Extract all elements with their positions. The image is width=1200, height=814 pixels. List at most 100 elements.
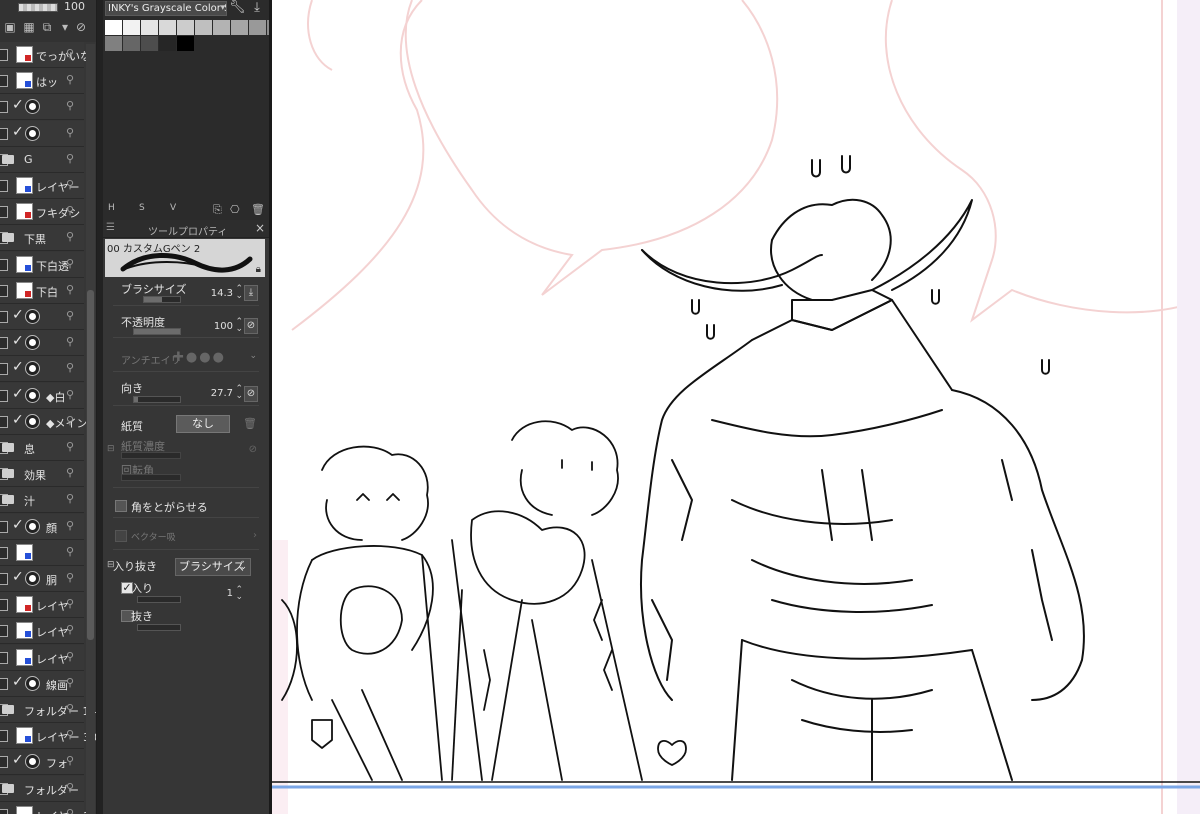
reference-icon[interactable]: ⚲ — [66, 754, 74, 767]
reference-icon[interactable]: ⚲ — [66, 178, 74, 191]
layer-row[interactable]: ✓ ⚲ — [0, 330, 84, 357]
reference-icon[interactable]: ⚲ — [66, 650, 74, 663]
reference-icon[interactable]: ⚲ — [66, 702, 74, 715]
check-icon[interactable]: ✓ — [12, 569, 24, 585]
reference-icon[interactable]: ⚲ — [66, 204, 74, 217]
pressure-icon[interactable]: ⤓ — [244, 285, 258, 301]
visibility-icon[interactable] — [0, 337, 8, 350]
visibility-icon[interactable] — [0, 625, 8, 638]
layer-row[interactable]: はッ ⚲ — [0, 68, 84, 95]
light-swatch[interactable] — [105, 20, 123, 35]
reference-icon[interactable]: ⚲ — [66, 283, 74, 296]
visibility-icon[interactable] — [0, 284, 8, 297]
check-icon[interactable]: ✓ — [12, 752, 24, 768]
layer-row[interactable]: ✓ ⚲ — [0, 94, 84, 121]
check-icon[interactable]: ✓ — [12, 674, 24, 690]
light-swatch[interactable] — [123, 20, 141, 35]
s-mode-icon[interactable]: S — [139, 203, 145, 213]
reference-icon[interactable]: ⚲ — [66, 781, 74, 794]
layer-row[interactable]: ⚲ — [0, 539, 84, 566]
layer-row[interactable]: レイヤ ⚲ — [0, 592, 84, 619]
lock-icon[interactable]: 🔒︎ — [256, 264, 261, 275]
opacity-pressure-icon[interactable]: ⊘ — [244, 318, 258, 334]
reference-icon[interactable]: ⚲ — [66, 466, 74, 479]
checker-icon[interactable]: ▦ — [22, 20, 36, 34]
reference-icon[interactable]: ⚲ — [66, 152, 74, 165]
light-swatch[interactable] — [195, 20, 213, 35]
visibility-icon[interactable] — [0, 49, 8, 61]
layer-row[interactable]: フキダシ ⚲ — [0, 199, 84, 226]
visibility-icon[interactable] — [0, 756, 8, 769]
drawing-canvas[interactable] — [269, 0, 1200, 814]
check-icon[interactable]: ✓ — [12, 386, 24, 402]
color-set-select[interactable]: INKY's Grayscale Color Set ▾ — [105, 1, 227, 16]
visibility-icon[interactable] — [0, 573, 8, 585]
reference-icon[interactable]: ⚲ — [66, 807, 74, 814]
sharpen-corners-checkbox[interactable] — [115, 500, 127, 512]
reference-icon[interactable]: ⚲ — [66, 571, 74, 584]
close-icon[interactable]: × — [255, 221, 265, 235]
check-icon[interactable]: ✓ — [12, 333, 24, 349]
vector-checkbox[interactable] — [115, 530, 127, 542]
layer-row[interactable]: フォルダー 14 ⚲ — [0, 697, 96, 723]
visibility-icon[interactable] — [0, 75, 8, 88]
light-swatch[interactable] — [177, 20, 195, 35]
menu-icon[interactable]: ☰ — [106, 222, 115, 233]
reference-icon[interactable]: ⚲ — [66, 519, 74, 532]
light-swatch[interactable] — [213, 20, 231, 35]
no-ruler-icon[interactable]: ⊘ — [74, 20, 88, 34]
replace-color-icon[interactable]: ⎔ — [230, 203, 240, 216]
visibility-icon[interactable] — [0, 546, 8, 559]
layer-row[interactable]: ✓ ⚲ — [0, 356, 84, 383]
taper-select[interactable]: ブラシサイズ ⌄ — [175, 558, 251, 576]
layer-row[interactable]: ✓ ◆白 ⚲ — [0, 382, 84, 409]
reference-icon[interactable]: ⚲ — [66, 257, 74, 270]
taper-in-spinner[interactable]: ⌃ ⌄ — [235, 586, 243, 602]
reference-icon[interactable]: ⚲ — [66, 388, 74, 401]
reference-icon[interactable]: ⚲ — [66, 545, 74, 558]
layer-row[interactable]: 下白透 ⚲ — [0, 251, 84, 278]
layer-row[interactable]: 下黒 ⚲ — [0, 225, 84, 252]
visibility-icon[interactable] — [0, 730, 8, 743]
taper-out-slider[interactable] — [137, 624, 181, 631]
layer-row[interactable]: ✓ フォ ⚲ — [0, 749, 84, 776]
opacity-slider[interactable] — [133, 328, 181, 335]
layer-row[interactable]: ✓ 胴 ⚲ — [0, 566, 84, 592]
layer-row[interactable]: レイヤー ⚲ — [0, 173, 84, 199]
check-icon[interactable]: ✓ — [12, 517, 24, 533]
layer-row[interactable]: 汁 ⚲ — [0, 487, 84, 514]
brush-preview[interactable]: 00 カスタムGペン 2 🔒︎ — [105, 239, 265, 277]
direction-slider[interactable] — [133, 396, 181, 403]
v-mode-icon[interactable]: V — [170, 203, 176, 213]
visibility-icon[interactable] — [0, 363, 8, 376]
light-swatch[interactable] — [231, 20, 249, 35]
brush-size-slider[interactable] — [143, 296, 181, 303]
layer-row[interactable]: レイヤー 30 ⚲ — [0, 723, 96, 750]
direction-pressure-icon[interactable]: ⊘ — [244, 386, 258, 402]
reference-icon[interactable]: ⚲ — [66, 47, 74, 60]
dark-swatch[interactable] — [177, 36, 195, 51]
visibility-icon[interactable] — [0, 127, 8, 140]
wrench-icon[interactable]: 🔧︎ — [229, 0, 246, 16]
check-icon[interactable]: ✓ — [12, 124, 24, 140]
rotation-slider[interactable] — [121, 474, 181, 481]
visibility-icon[interactable] — [0, 389, 8, 402]
opacity-spinner[interactable]: ⌃ ⌄ — [235, 318, 243, 334]
check-icon[interactable]: ✓ — [12, 412, 24, 428]
clip-icon[interactable]: ⧉ — [40, 20, 54, 34]
reference-icon[interactable]: ⚲ — [66, 126, 74, 139]
reference-icon[interactable]: ⚲ — [66, 361, 74, 374]
reference-icon[interactable]: ⚲ — [66, 73, 74, 86]
layer-row[interactable]: レイヤ ⚲ — [0, 644, 84, 671]
reference-icon[interactable]: ⚲ — [66, 440, 74, 453]
light-swatch[interactable] — [141, 20, 159, 35]
layer-opacity-slider[interactable] — [18, 3, 58, 12]
add-color-icon[interactable]: ⎘ — [213, 203, 222, 217]
trash-icon[interactable]: 🗑︎ — [243, 417, 257, 430]
collapse-icon[interactable]: ⊟ — [107, 444, 115, 454]
light-swatch[interactable] — [159, 20, 177, 35]
visibility-icon[interactable] — [0, 808, 8, 814]
reference-icon[interactable]: ⚲ — [66, 492, 74, 505]
new-raster-layer-icon[interactable]: ▣ — [3, 20, 17, 34]
ruler-icon[interactable]: ▾ — [58, 20, 72, 34]
